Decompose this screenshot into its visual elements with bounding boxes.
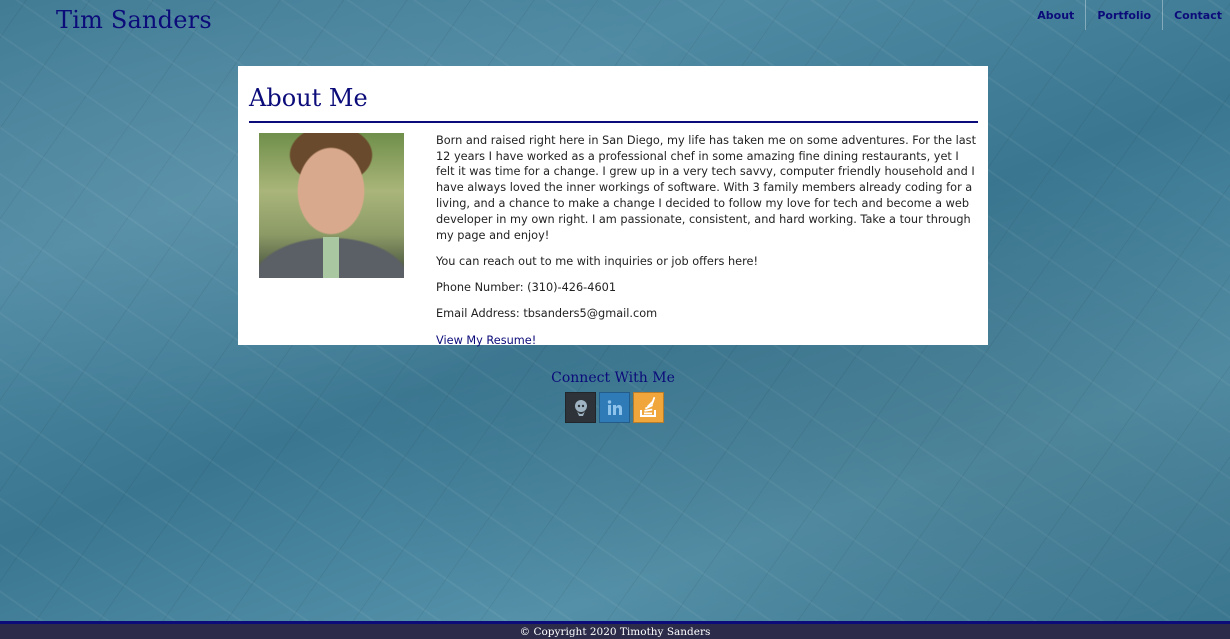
- nav-portfolio-link[interactable]: Portfolio: [1085, 0, 1162, 30]
- resume-link[interactable]: View My Resume!: [436, 334, 536, 347]
- linkedin-icon[interactable]: [599, 392, 630, 423]
- footer: © Copyright 2020 Timothy Sanders: [0, 621, 1230, 639]
- about-card: About Me Born and raised right here in S…: [238, 66, 988, 347]
- github-icon[interactable]: [565, 392, 596, 423]
- about-heading: About Me: [249, 84, 978, 123]
- stackoverflow-icon[interactable]: [633, 392, 664, 423]
- nav-contact-link[interactable]: Contact: [1162, 0, 1230, 30]
- main-nav: About Portfolio Contact: [1026, 0, 1230, 30]
- nav-about-link[interactable]: About: [1026, 0, 1085, 30]
- social-links: [565, 392, 664, 423]
- about-body: Born and raised right here in San Diego,…: [249, 132, 978, 349]
- email-address: Email Address: tbsanders5@gmail.com: [436, 307, 658, 321]
- bio-paragraph: Born and raised right here in San Diego,…: [436, 133, 976, 242]
- site-title[interactable]: Tim Sanders: [56, 6, 212, 34]
- copyright-text: © Copyright 2020 Timothy Sanders: [519, 625, 711, 638]
- phone-number: Phone Number: (310)-426-4601: [436, 281, 617, 295]
- profile-photo: [259, 132, 404, 278]
- connect-title: Connect With Me: [551, 370, 675, 386]
- about-text: Born and raised right here in San Diego,…: [436, 133, 976, 349]
- photo-tie: [323, 236, 339, 278]
- reach-out-text: You can reach out to me with inquiries o…: [436, 254, 758, 268]
